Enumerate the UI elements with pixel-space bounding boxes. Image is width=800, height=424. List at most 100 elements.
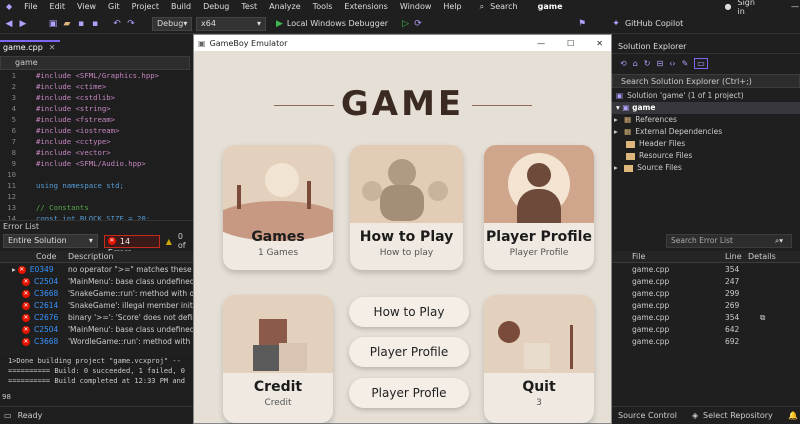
table-row[interactable]: ✕ C3668 'WordleGame::run': method with ove…	[0, 336, 193, 348]
table-row[interactable]: game.cpp 299	[612, 288, 800, 300]
menu-edit[interactable]: Edit	[44, 2, 72, 11]
table-row[interactable]: ✕ C2504 'MainMenu': base class undefined	[0, 324, 193, 336]
save-all-icon[interactable]: ▪	[90, 19, 100, 29]
select-repository-button[interactable]: Select Repository	[703, 411, 773, 420]
warning-icon[interactable]: ▲	[166, 237, 172, 246]
properties-icon[interactable]: ✎	[682, 59, 689, 68]
preview-icon[interactable]: ▭	[694, 57, 708, 69]
details-icon[interactable]: ⧉	[760, 312, 765, 324]
undo-icon[interactable]: ↶	[112, 19, 122, 29]
error-code-link[interactable]: C3668	[34, 289, 58, 298]
menu-file[interactable]: File	[18, 2, 43, 11]
toolbar-extra-icon[interactable]: ⚑	[577, 19, 587, 29]
new-project-icon[interactable]: ▣	[48, 19, 58, 29]
vs-logo-icon[interactable]: ◆	[0, 2, 18, 11]
expand-icon[interactable]: ▸	[12, 265, 16, 274]
notifications-icon[interactable]: 🔔	[788, 411, 798, 420]
back-icon[interactable]: ◀	[4, 19, 14, 29]
refresh-icon[interactable]: ↻	[644, 59, 651, 68]
forward-icon[interactable]: ▶	[18, 19, 28, 29]
tree-item-resources[interactable]: Resource Files	[612, 150, 800, 162]
close-icon[interactable]: ✕	[49, 43, 56, 52]
chevron-right-icon[interactable]: ▸	[614, 127, 618, 136]
error-code-link[interactable]: C2676	[34, 313, 58, 322]
minimize-button[interactable]: —	[537, 39, 545, 48]
how-to-play-button[interactable]: How to Play	[349, 297, 469, 327]
col-file-header[interactable]: File	[632, 251, 645, 263]
repo-icon[interactable]: ◈	[692, 411, 698, 420]
close-button[interactable]: ✕	[596, 39, 603, 48]
error-search-box[interactable]: Search Error List ⌕▾	[666, 234, 792, 248]
menu-build[interactable]: Build	[165, 2, 197, 11]
warnings-filter-label[interactable]: 0 of	[178, 232, 193, 250]
game-canvas[interactable]: GAME Games 1 Games How to Play How to pl…	[194, 51, 611, 423]
error-code-link[interactable]: C2504	[34, 325, 58, 334]
search-icon[interactable]: ⌕▾	[775, 235, 783, 247]
minimize-button[interactable]: —	[785, 2, 800, 11]
tree-solution[interactable]: ▣ Solution 'game' (1 of 1 project)	[612, 90, 800, 102]
menu-view[interactable]: View	[71, 2, 102, 11]
table-row[interactable]: ✕ C3668 'SnakeGame::run': method with over…	[0, 288, 193, 300]
menu-tools[interactable]: Tools	[307, 2, 339, 11]
table-row[interactable]: game.cpp 354	[612, 264, 800, 276]
chevron-down-icon[interactable]: ▾	[616, 103, 620, 112]
search-menu[interactable]: Search	[490, 2, 523, 11]
error-code-link[interactable]: C3668	[34, 337, 58, 346]
error-code-link[interactable]: E0349	[30, 265, 54, 274]
tree-item-sources[interactable]: ▸ Source Files	[612, 162, 800, 174]
how-to-play-card[interactable]: How to Play How to play	[350, 145, 463, 270]
start-debugging-icon[interactable]: ▶	[276, 19, 283, 29]
table-row[interactable]: ▸✕ E0349 no operator ">=" matches these op…	[0, 264, 193, 276]
code-view-icon[interactable]: ‹›	[669, 59, 675, 68]
redo-icon[interactable]: ↷	[126, 19, 136, 29]
hot-reload-icon[interactable]: ⟳	[413, 19, 423, 29]
menu-extensions[interactable]: Extensions	[338, 2, 393, 11]
col-code-header[interactable]: Code	[36, 251, 56, 263]
chevron-right-icon[interactable]: ▸	[614, 115, 618, 124]
player-profile-card[interactable]: Player Profile Player Profile	[484, 145, 594, 270]
platform-select[interactable]: x64 ▾	[196, 16, 266, 31]
config-select[interactable]: Debug ▾	[152, 16, 192, 31]
user-icon[interactable]: ●	[719, 2, 738, 11]
open-folder-icon[interactable]: ▰	[62, 19, 72, 29]
tree-project[interactable]: ▾ ▣ game	[612, 102, 800, 114]
copilot-label[interactable]: GitHub Copilot	[625, 19, 683, 28]
breadcrumb[interactable]: game	[0, 56, 190, 70]
source-control-button[interactable]: Source Control	[618, 411, 677, 420]
quit-card[interactable]: Quit 3	[484, 295, 594, 423]
table-row[interactable]: ✕ C2504 'MainMenu': base class undefined	[0, 276, 193, 288]
table-row[interactable]: game.cpp 269	[612, 300, 800, 312]
table-row[interactable]: ✕ C2676 binary '>=': 'Score' does not defi…	[0, 312, 193, 324]
search-icon[interactable]: ⌕	[474, 2, 490, 12]
tree-item-headers[interactable]: Header Files	[612, 138, 800, 150]
table-row[interactable]: game.cpp 642	[612, 324, 800, 336]
errors-filter-button[interactable]: ✕14 Errors	[103, 234, 160, 257]
error-code-link[interactable]: C2614	[34, 301, 58, 310]
col-details-header[interactable]: Details	[748, 251, 776, 263]
col-desc-header[interactable]: Description	[68, 251, 114, 263]
menu-analyze[interactable]: Analyze	[263, 2, 307, 11]
home-icon[interactable]: ⌂	[633, 59, 638, 68]
table-row[interactable]: game.cpp 692	[612, 336, 800, 348]
col-line-header[interactable]: Line	[725, 251, 742, 263]
save-icon[interactable]: ▪	[76, 19, 86, 29]
scope-select[interactable]: Entire Solution ▾	[3, 234, 98, 248]
error-code-link[interactable]: C2504	[34, 277, 58, 286]
credit-card[interactable]: Credit Credit	[223, 295, 333, 423]
menu-git[interactable]: Git	[102, 2, 126, 11]
start-without-debugging-icon[interactable]: ▷	[402, 19, 409, 29]
tree-item-external[interactable]: ▸ ▦ External Dependencies	[612, 126, 800, 138]
table-row[interactable]: game.cpp 354 ⧉	[612, 312, 800, 324]
output-panel[interactable]: 1>Done building project "game.vcxproj" -…	[0, 356, 193, 406]
tree-item-references[interactable]: ▸ ▦ References	[612, 114, 800, 126]
menu-test[interactable]: Test	[235, 2, 263, 11]
table-row[interactable]: game.cpp 247	[612, 276, 800, 288]
games-card[interactable]: Games 1 Games	[223, 145, 333, 270]
menu-window[interactable]: Window	[394, 2, 438, 11]
tab-game-cpp[interactable]: game.cpp ✕	[0, 40, 60, 54]
player-profle-button[interactable]: Player Profle	[349, 378, 469, 408]
menu-debug[interactable]: Debug	[197, 2, 235, 11]
copilot-icon[interactable]: ✦	[611, 19, 621, 29]
code-editor[interactable]: 1 #include <SFML/Graphics.hpp> 2 #include …	[0, 70, 193, 223]
table-row[interactable]: ✕ C2614 'SnakeGame': illegal member initia…	[0, 300, 193, 312]
